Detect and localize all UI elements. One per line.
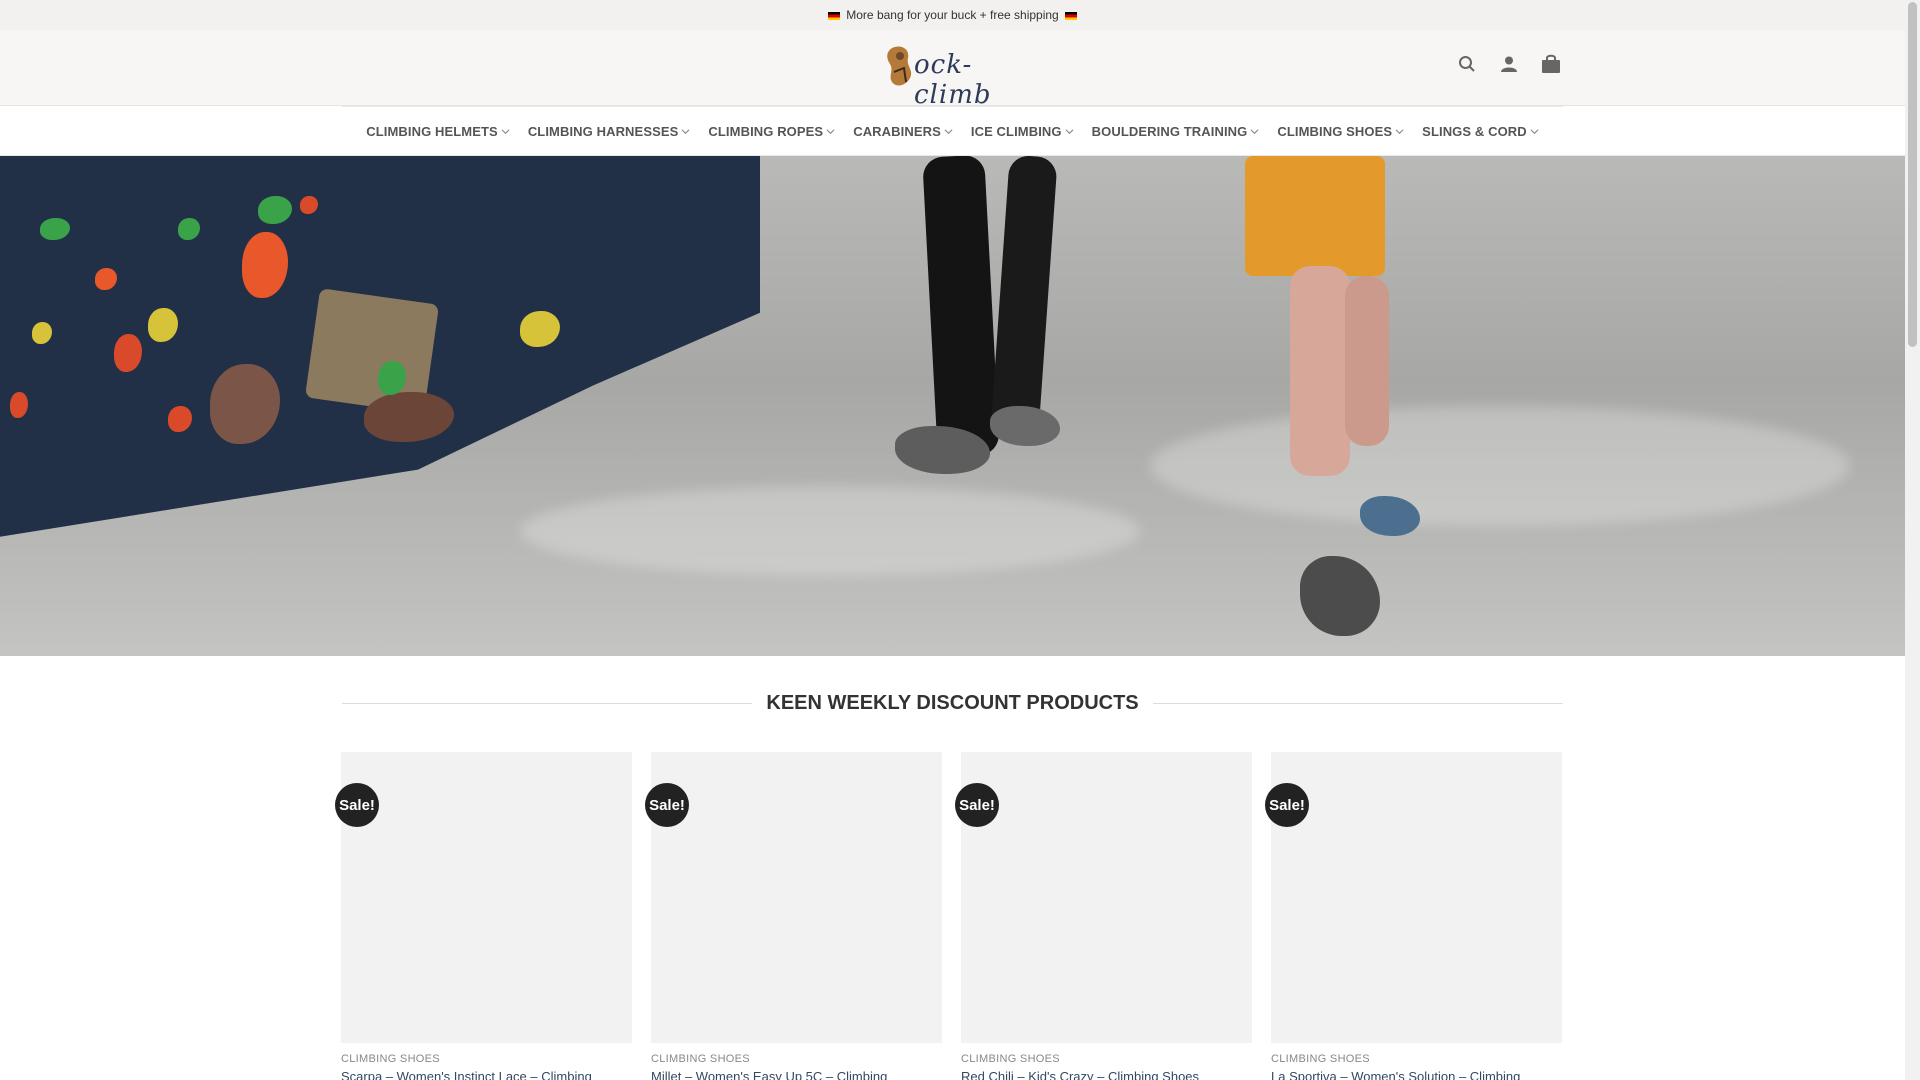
promo-bar: More bang for your buck + free shipping — [0, 0, 1905, 30]
sale-badge: Sale! — [955, 783, 999, 827]
vertical-scrollbar[interactable] — [1905, 0, 1920, 1080]
product-title[interactable]: Millet – Women's Easy Up 5C – Climbing — [651, 1069, 942, 1080]
product-category: CLIMBING SHOES — [961, 1053, 1060, 1065]
nav-label: BOULDERING TRAINING — [1091, 124, 1248, 139]
sale-badge: Sale! — [645, 783, 689, 827]
header: ock-climb — [0, 30, 1905, 110]
nav-label: SLINGS & CORD — [1422, 124, 1527, 139]
climbing-shoe — [1300, 556, 1380, 636]
site-logo[interactable]: ock-climb — [880, 42, 1020, 110]
orange-shorts — [1245, 156, 1385, 276]
chevron-down-icon — [1395, 129, 1404, 135]
section-heading: KEEN WEEKLY DISCOUNT PRODUCTS — [342, 686, 1564, 720]
mat-highlight — [1150, 406, 1850, 526]
section-title: KEEN WEEKLY DISCOUNT PRODUCTS — [766, 691, 1139, 714]
german-flag-icon — [827, 11, 840, 20]
cart-icon[interactable] — [1539, 52, 1563, 76]
chevron-down-icon — [501, 129, 510, 135]
climber-leg — [990, 156, 1058, 438]
chevron-down-icon — [944, 129, 953, 135]
account-icon[interactable] — [1497, 52, 1521, 76]
chevron-down-icon — [1250, 129, 1259, 135]
promo-text: More bang for your buck + free shipping — [846, 8, 1059, 22]
nav-item-climbing-helmets[interactable]: CLIMBING HELMETS — [366, 124, 510, 139]
product-image[interactable] — [1271, 752, 1562, 1043]
product-card[interactable]: Sale! CLIMBING SHOES La Sportiva – Women… — [1265, 752, 1562, 1080]
climber-leg — [1290, 266, 1350, 476]
product-title[interactable]: Scarpa – Women's Instinct Lace – Climbin… — [341, 1069, 632, 1080]
nav-item-ice-climbing[interactable]: ICE CLIMBING — [971, 124, 1074, 139]
product-card[interactable]: Sale! CLIMBING SHOES Scarpa – Women's In… — [335, 752, 632, 1080]
nav-item-climbing-harnesses[interactable]: CLIMBING HARNESSES — [528, 124, 691, 139]
nav-label: ICE CLIMBING — [970, 124, 1062, 139]
product-card[interactable]: Sale! CLIMBING SHOES Red Chili – Kid's C… — [955, 752, 1252, 1080]
product-category: CLIMBING SHOES — [1271, 1053, 1370, 1065]
product-image[interactable] — [341, 752, 632, 1043]
divider — [1152, 702, 1564, 704]
nav-item-carabiners[interactable]: CARABINERS — [853, 124, 953, 139]
nav-label: CLIMBING ROPES — [708, 124, 824, 139]
climbing-shoe — [990, 406, 1060, 446]
sale-badge: Sale! — [1265, 783, 1309, 827]
chevron-down-icon — [826, 129, 835, 135]
climber-leg — [922, 156, 1000, 458]
product-image[interactable] — [961, 752, 1252, 1043]
german-flag-icon — [1065, 11, 1078, 20]
page: More bang for your buck + free shipping … — [0, 0, 1905, 1080]
header-icons — [1455, 52, 1563, 76]
chevron-down-icon — [1530, 129, 1539, 135]
climber-leg — [1345, 276, 1389, 446]
product-title[interactable]: La Sportiva – Women's Solution – Climbin… — [1271, 1069, 1562, 1080]
product-title[interactable]: Red Chili – Kid's Crazy – Climbing Shoes — [961, 1069, 1252, 1080]
nav-item-slings-cord[interactable]: SLINGS & CORD — [1422, 124, 1539, 139]
product-category: CLIMBING SHOES — [341, 1053, 440, 1065]
mat-highlight — [520, 486, 1140, 576]
nav-label: CLIMBING HARNESSES — [527, 124, 679, 139]
sale-badge: Sale! — [335, 783, 379, 827]
product-image[interactable] — [651, 752, 942, 1043]
chevron-down-icon — [1065, 129, 1074, 135]
divider — [342, 702, 753, 704]
hero-banner-image — [0, 156, 1905, 656]
logo-text: ock-climb — [914, 50, 992, 110]
nav-label: CLIMBING SHOES — [1277, 124, 1393, 139]
search-icon[interactable] — [1455, 52, 1479, 76]
nav-item-climbing-shoes[interactable]: CLIMBING SHOES — [1277, 124, 1404, 139]
nav-item-bouldering-training[interactable]: BOULDERING TRAINING — [1092, 124, 1260, 139]
product-grid: Sale! CLIMBING SHOES Scarpa – Women's In… — [335, 752, 1565, 1080]
main-nav: CLIMBING HELMETS CLIMBING HARNESSES CLIM… — [0, 106, 1905, 156]
product-category: CLIMBING SHOES — [651, 1053, 750, 1065]
nav-label: CARABINERS — [853, 124, 941, 139]
nav-item-climbing-ropes[interactable]: CLIMBING ROPES — [708, 124, 835, 139]
product-card[interactable]: Sale! CLIMBING SHOES Millet – Women's Ea… — [645, 752, 942, 1080]
chevron-down-icon — [681, 129, 690, 135]
nav-label: CLIMBING HELMETS — [366, 124, 498, 139]
scrollbar-thumb[interactable] — [1908, 2, 1917, 347]
